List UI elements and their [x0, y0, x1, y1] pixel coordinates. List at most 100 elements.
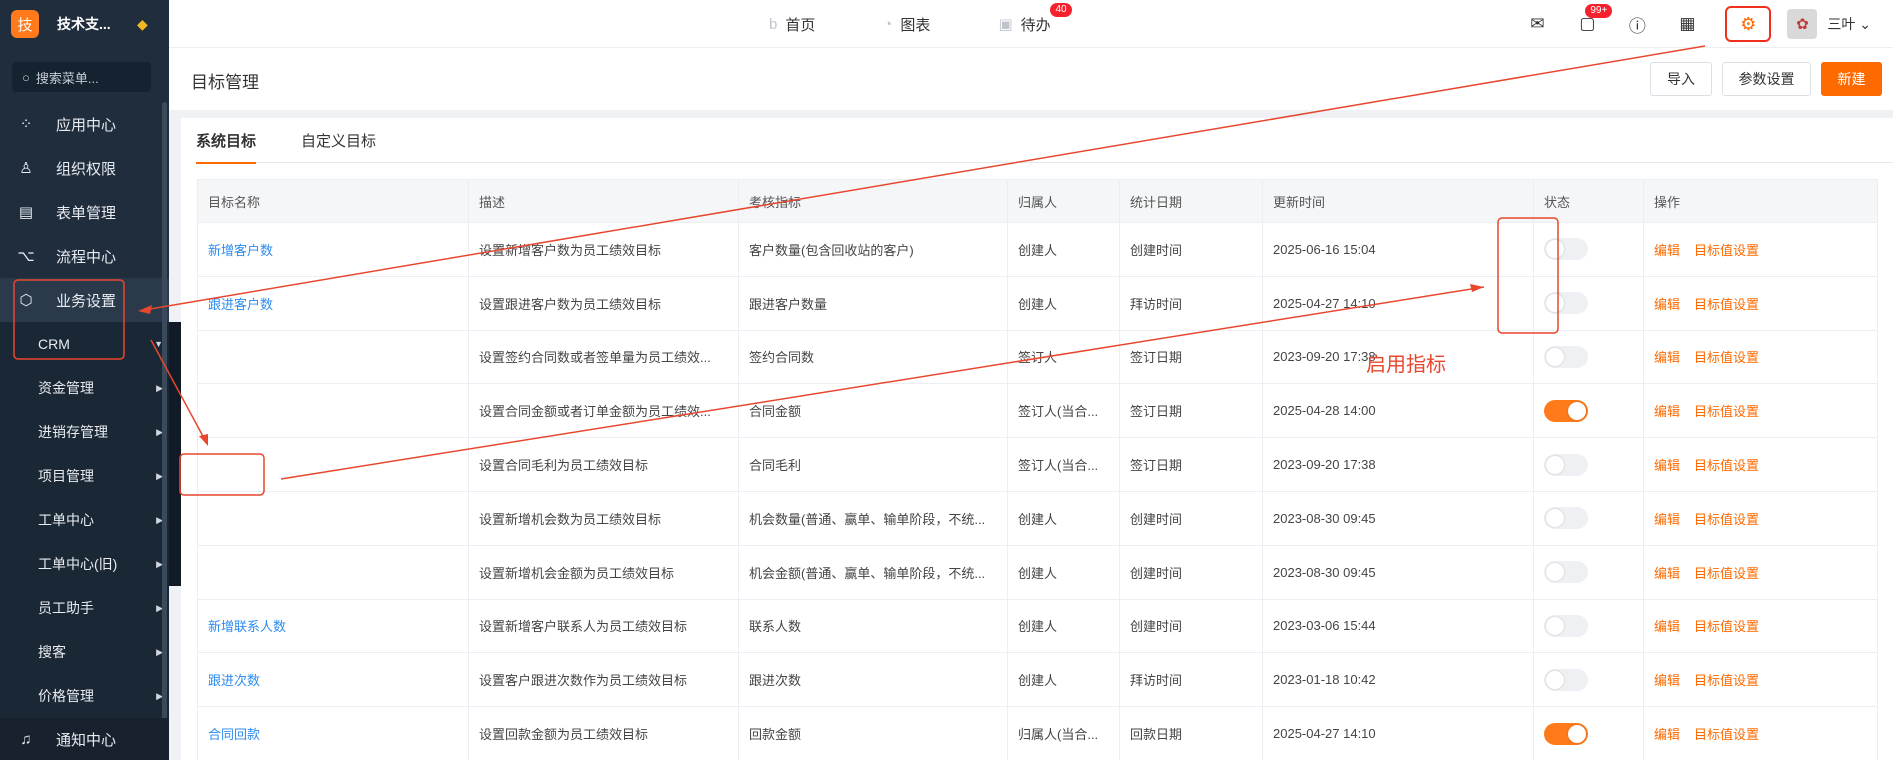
target-value-settings-link[interactable]: 目标值设置	[1694, 512, 1759, 527]
settings-gear-button[interactable]: ⚙	[1725, 6, 1772, 42]
tabs: 系统目标 自定义目标	[196, 118, 1893, 164]
help-icon[interactable]: ⓘ	[1625, 12, 1649, 36]
nav-todo[interactable]: ▣ 待办 40	[998, 2, 1072, 35]
sidebar-subitem-6[interactable]: 员工助手 ▶	[0, 586, 169, 630]
cell-updated: 2023-08-30 09:45	[1262, 544, 1534, 600]
sidebar-subitem-8[interactable]: 价格管理 ▶	[0, 674, 169, 718]
cell-name[interactable]: 跟进客户数	[197, 275, 469, 331]
sidebar-subitem-label: 资金管理	[38, 380, 94, 396]
table-row: 设置合同毛利为员工绩效目标 合同毛利 签订人(当合... 签订日期 2023-09-20…	[197, 437, 1878, 492]
edit-link[interactable]: 编辑	[1654, 673, 1680, 688]
edit-link[interactable]: 编辑	[1654, 512, 1680, 527]
cell-status	[1533, 437, 1644, 492]
target-value-settings-link[interactable]: 目标值设置	[1694, 243, 1759, 258]
column-header: 统计日期	[1119, 179, 1263, 223]
status-toggle[interactable]	[1544, 614, 1588, 637]
cell-name[interactable]	[197, 329, 469, 385]
edit-link[interactable]: 编辑	[1654, 566, 1680, 581]
cell-desc: 设置跟进客户数为员工绩效目标	[468, 275, 739, 331]
brand[interactable]: 技 技术支... ◆	[0, 0, 169, 48]
target-value-settings-link[interactable]: 目标值设置	[1694, 727, 1759, 742]
cell-actions: 编辑 目标值设置	[1643, 490, 1878, 546]
target-value-settings-link[interactable]: 目标值设置	[1694, 458, 1759, 473]
sidebar-subitem-4[interactable]: 工单中心 ▶	[0, 498, 169, 542]
status-toggle[interactable]	[1544, 292, 1588, 315]
table-row: 新增联系人数 设置新增客户联系人为员工绩效目标 联系人数 创建人 创建时间 2023-03…	[197, 598, 1878, 654]
menu-search-input[interactable]: ○ 搜索菜单...	[12, 62, 151, 92]
sidebar-subitem-3[interactable]: 项目管理 ▶	[0, 454, 169, 498]
cell-desc: 设置客户跟进次数作为员工绩效目标	[468, 652, 739, 708]
tab-system-goals[interactable]: 系统目标	[196, 118, 257, 164]
status-toggle[interactable]	[1544, 238, 1588, 261]
target-value-settings-link[interactable]: 目标值设置	[1694, 297, 1759, 312]
cell-updated: 2023-09-20 17:38	[1262, 437, 1534, 492]
cell-date: 创建时间	[1119, 544, 1263, 600]
cell-desc: 设置合同金额或者订单金额为员工绩效...	[468, 383, 739, 439]
cell-desc: 设置回款金额为员工绩效目标	[468, 706, 739, 760]
sidebar-item-2[interactable]: ▤ 表单管理	[0, 190, 169, 234]
cell-owner: 签订人(当合...	[1007, 383, 1120, 439]
cell-name[interactable]: 跟进次数	[197, 652, 469, 708]
side-menu: ⁘ 应用中心 ♙ 组织权限 ▤ 表单管理 ⌥ 流程中心 ⬡ 业务设置 CRM ▼ 资金管理 ▶ 进销存管理 ▶…	[0, 102, 169, 718]
sidebar-subitem-7[interactable]: 搜客 ▶	[0, 630, 169, 674]
sidebar-item-4[interactable]: ⬡ 业务设置	[0, 278, 169, 322]
new-button[interactable]: 新建	[1821, 62, 1882, 96]
sidebar-item-0[interactable]: ⁘ 应用中心	[0, 102, 169, 146]
cell-name[interactable]: 新增联系人数	[197, 598, 469, 654]
cell-actions: 编辑 目标值设置	[1643, 706, 1878, 760]
cell-name[interactable]	[197, 383, 469, 439]
edit-link[interactable]: 编辑	[1654, 619, 1680, 634]
target-value-settings-link[interactable]: 目标值设置	[1694, 673, 1759, 688]
cell-date: 创建时间	[1119, 598, 1263, 654]
column-header: 归属人	[1007, 179, 1120, 223]
status-toggle[interactable]	[1544, 345, 1588, 368]
sidebar-subitem-label: 搜客	[38, 644, 66, 660]
sidebar-item-label: 表单管理	[56, 204, 117, 222]
status-toggle[interactable]	[1544, 453, 1588, 476]
status-toggle[interactable]	[1544, 399, 1588, 422]
edit-link[interactable]: 编辑	[1654, 458, 1680, 473]
cell-name[interactable]	[197, 437, 469, 492]
avatar[interactable]: ✿	[1787, 9, 1818, 39]
sidebar-item-3[interactable]: ⌥ 流程中心	[0, 234, 169, 278]
sidebar-subitem-1[interactable]: 资金管理 ▶	[0, 366, 169, 410]
cell-name[interactable]: 合同回款	[197, 706, 469, 760]
cell-date: 签订日期	[1119, 329, 1263, 385]
target-value-settings-link[interactable]: 目标值设置	[1694, 566, 1759, 581]
sidebar-subitem-2[interactable]: 进销存管理 ▶	[0, 410, 169, 454]
mail-icon[interactable]: ✉	[1525, 12, 1549, 36]
cell-name[interactable]: 新增客户数	[197, 222, 469, 277]
import-button[interactable]: 导入	[1650, 62, 1712, 96]
cell-name[interactable]	[197, 544, 469, 600]
cell-owner: 创建人	[1007, 275, 1120, 331]
cell-status	[1533, 598, 1644, 654]
sidebar-subitem-5[interactable]: 工单中心(旧) ▶	[0, 542, 169, 586]
target-value-settings-link[interactable]: 目标值设置	[1694, 350, 1759, 365]
grid-icon[interactable]: ▦	[1675, 12, 1699, 36]
nav-charts[interactable]: ◔ 图表	[883, 14, 930, 35]
cell-actions: 编辑 目标值设置	[1643, 652, 1878, 708]
edit-link[interactable]: 编辑	[1654, 243, 1680, 258]
sidebar-subitem-0[interactable]: CRM ▼	[0, 322, 169, 366]
edit-link[interactable]: 编辑	[1654, 404, 1680, 419]
status-toggle[interactable]	[1544, 668, 1588, 691]
target-value-settings-link[interactable]: 目标值设置	[1694, 619, 1759, 634]
nav-home[interactable]: b 首页	[769, 14, 815, 35]
sidebar-item-1[interactable]: ♙ 组织权限	[0, 146, 169, 190]
params-settings-button[interactable]: 参数设置	[1722, 62, 1811, 96]
sidebar-scrollbar[interactable]	[162, 102, 167, 722]
status-toggle[interactable]	[1544, 561, 1588, 584]
cell-name[interactable]	[197, 490, 469, 546]
status-toggle[interactable]	[1544, 722, 1588, 745]
cell-date: 回款日期	[1119, 706, 1263, 760]
sidebar-item-notification[interactable]: ♫ 通知中心	[0, 718, 169, 760]
edit-link[interactable]: 编辑	[1654, 727, 1680, 742]
edit-link[interactable]: 编辑	[1654, 297, 1680, 312]
tab-custom-goals[interactable]: 自定义目标	[301, 118, 376, 163]
edit-link[interactable]: 编辑	[1654, 350, 1680, 365]
target-value-settings-link[interactable]: 目标值设置	[1694, 404, 1759, 419]
message-icon[interactable]: ▢ 99+	[1575, 4, 1613, 36]
top-nav: b 首页 ◔ 图表 ▣ 待办 40	[769, 0, 1119, 48]
user-menu[interactable]: 三叶 ⌄	[1827, 14, 1871, 34]
status-toggle[interactable]	[1544, 507, 1588, 530]
